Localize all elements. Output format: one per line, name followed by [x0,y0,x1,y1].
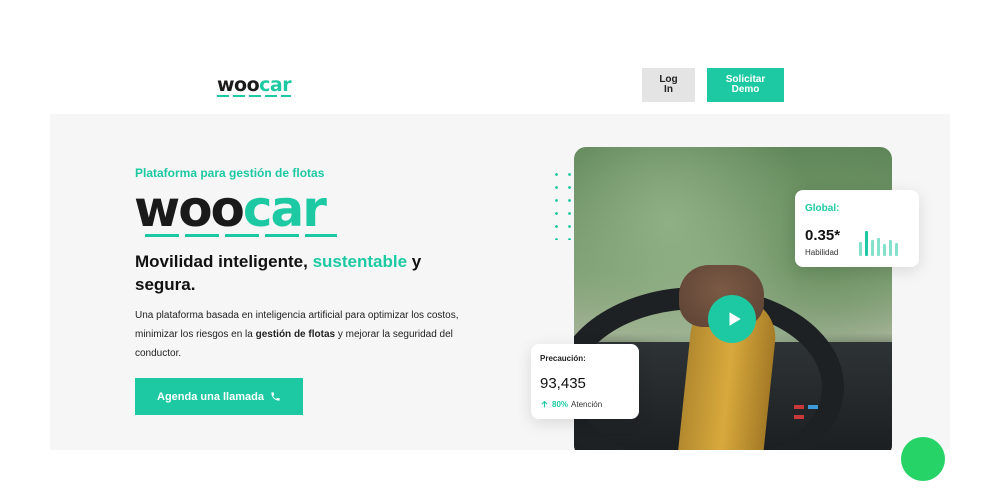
hero-headline: Movilidad inteligente, sustentable y seg… [135,250,435,296]
hero-logo: woocar [134,180,337,238]
skill-bar-chart [859,230,905,256]
logo-text-accent: car [259,74,292,96]
skill-bar [895,243,898,256]
arrow-up-icon [541,400,548,408]
global-label: Global: [805,203,840,214]
skill-bar [871,240,874,256]
attention-label: Atención [571,400,603,409]
caution-label: Precaución: [540,354,586,363]
hero-tagline: Plataforma para gestión de flotas [135,166,325,180]
header-logo[interactable]: woocar [217,74,292,97]
caution-card: Precaución: 93,435 80% Atención [531,344,639,419]
hero-logo-text-accent: car [242,180,327,238]
skill-bar [889,240,892,256]
play-video-button[interactable] [708,295,756,343]
dashboard-lights [794,405,804,409]
skill-bar [883,244,886,256]
global-score-card: Global: 0.35* Habilidad [795,190,919,267]
logo-underline [217,95,291,97]
logo-text-dark: woo [217,74,260,96]
attention-row: 80% Atención [540,400,602,409]
global-value: 0.35* [805,227,841,244]
request-demo-button[interactable]: Solicitar Demo [707,68,784,102]
desc-bold: gestión de flotas [255,329,336,340]
headline-accent: sustentable [312,252,408,271]
hero-section: Plataforma para gestión de flotas woocar… [50,114,950,450]
login-button[interactable]: Log In [642,68,695,102]
play-icon [729,312,741,326]
skill-bar [865,231,868,256]
cta-label: Agenda una llamada [157,390,264,403]
skill-bar [859,242,862,256]
schedule-call-button[interactable]: Agenda una llamada [135,378,303,415]
headline-text: Movilidad inteligente, [135,252,313,271]
whatsapp-chat-button[interactable] [901,437,945,481]
skill-bar [877,238,880,256]
hero-logo-text-dark: woo [134,180,245,238]
global-sublabel: Habilidad [805,248,839,257]
caution-value: 93,435 [540,375,586,392]
phone-icon [271,392,280,401]
hero-description: Una plataforma basada en inteligencia ar… [135,306,480,363]
hero-logo-underline [145,234,337,237]
attention-percent: 80% [552,400,569,409]
